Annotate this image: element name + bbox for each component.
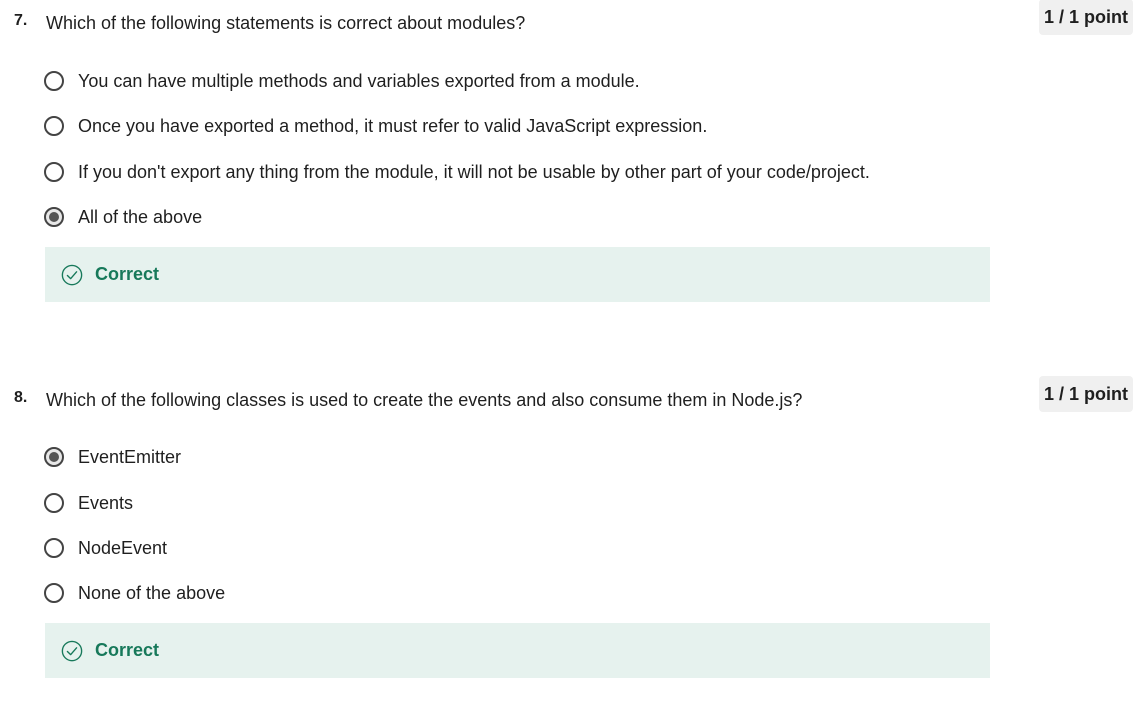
answer-option[interactable]: You can have multiple methods and variab…	[44, 68, 640, 94]
question-text: Which of the following statements is cor…	[46, 13, 526, 33]
answer-option[interactable]: All of the above	[44, 204, 202, 230]
option-label: You can have multiple methods and variab…	[78, 70, 640, 91]
feedback-correct: Correct	[45, 623, 990, 678]
radio-button[interactable]	[44, 71, 64, 91]
question-number: 8.	[14, 389, 28, 406]
check-circle-icon	[61, 640, 83, 661]
check-circle-icon	[61, 264, 83, 285]
option-label: NodeEvent	[78, 537, 168, 558]
option-label: Events	[78, 492, 134, 513]
question-number: 7.	[14, 12, 28, 29]
answer-option[interactable]: Events	[44, 490, 133, 516]
answer-option[interactable]: NodeEvent	[44, 535, 167, 561]
answer-option[interactable]: If you don't export any thing from the m…	[44, 159, 870, 185]
radio-button[interactable]	[44, 583, 64, 603]
radio-button[interactable]	[44, 538, 64, 558]
radio-button-selected[interactable]	[44, 447, 64, 467]
option-label: None of the above	[78, 582, 226, 603]
radio-button-selected[interactable]	[44, 207, 64, 227]
option-label: All of the above	[78, 206, 203, 227]
answer-option[interactable]: None of the above	[44, 580, 225, 606]
radio-button[interactable]	[44, 162, 64, 182]
feedback-label: Correct	[95, 640, 160, 660]
option-label: EventEmitter	[78, 446, 182, 467]
points-badge: 1 / 1 point	[1039, 0, 1133, 35]
feedback-correct: Correct	[45, 247, 990, 302]
feedback-label: Correct	[95, 264, 160, 284]
option-label: If you don't export any thing from the m…	[78, 161, 870, 182]
radio-button[interactable]	[44, 116, 64, 136]
question-text: Which of the following classes is used t…	[46, 390, 803, 410]
answer-option[interactable]: Once you have exported a method, it must…	[44, 113, 707, 139]
points-badge: 1 / 1 point	[1039, 376, 1133, 412]
radio-button[interactable]	[44, 493, 64, 513]
option-label: Once you have exported a method, it must…	[78, 115, 708, 136]
answer-option[interactable]: EventEmitter	[44, 444, 181, 470]
